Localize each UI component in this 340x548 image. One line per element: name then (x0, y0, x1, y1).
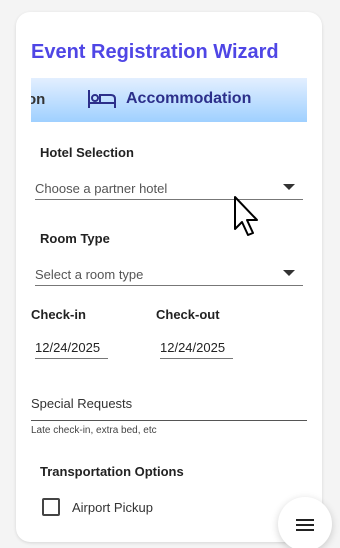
menu-fab-button[interactable] (278, 497, 332, 548)
previous-step-label[interactable]: on (31, 91, 45, 108)
room-type-select-placeholder: Select a room type (35, 267, 144, 282)
hotel-select-placeholder: Choose a partner hotel (35, 181, 168, 196)
room-type-label: Room Type (40, 231, 110, 246)
bed-icon (88, 90, 116, 108)
special-requests-placeholder: Special Requests (31, 396, 133, 411)
transportation-label: Transportation Options (40, 464, 184, 479)
check-in-label: Check-in (31, 307, 86, 322)
chevron-down-icon (283, 270, 295, 276)
special-requests-helper: Late check-in, extra bed, etc (31, 425, 157, 436)
check-in-date-input[interactable]: 12/24/2025 (35, 337, 108, 359)
chevron-down-icon (283, 184, 295, 190)
room-type-select[interactable]: Select a room type (35, 262, 303, 286)
mouse-cursor-icon (234, 196, 258, 236)
check-out-date-input[interactable]: 12/24/2025 (160, 337, 233, 359)
current-step-label: Accommodation (126, 90, 252, 107)
special-requests-input[interactable]: Special Requests (31, 391, 307, 421)
hotel-selection-label: Hotel Selection (40, 145, 134, 160)
airport-pickup-checkbox[interactable] (42, 498, 60, 516)
page-title: Event Registration Wizard (31, 41, 279, 63)
hotel-select[interactable]: Choose a partner hotel (35, 176, 303, 200)
check-out-label: Check-out (156, 307, 220, 322)
menu-icon (296, 519, 314, 531)
airport-pickup-label: Airport Pickup (72, 500, 153, 515)
wizard-card: Event Registration Wizard on Accommodati… (16, 12, 322, 542)
step-banner[interactable]: on Accommodation (31, 78, 307, 122)
